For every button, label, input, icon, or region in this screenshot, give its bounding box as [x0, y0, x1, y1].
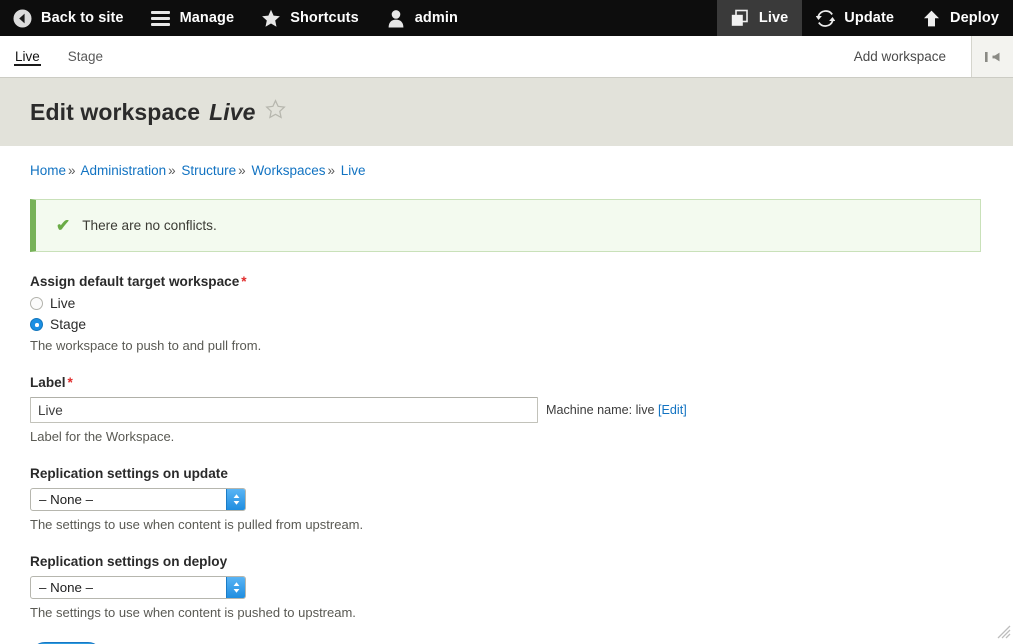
- collapse-left-icon[interactable]: [971, 36, 1013, 77]
- page-title: Edit workspace Live: [30, 99, 286, 126]
- field-label-text: Assign default target workspace: [30, 274, 239, 289]
- page-title-prefix: Edit workspace: [30, 99, 200, 126]
- toolbar-item-live[interactable]: Live: [717, 0, 802, 36]
- check-icon: ✔: [56, 217, 70, 234]
- add-workspace-link[interactable]: Add workspace: [836, 36, 971, 77]
- radio-label-live: Live: [50, 296, 75, 311]
- label-input-row: Machine name: live [Edit]: [30, 397, 983, 423]
- field-label-label: Label*: [30, 375, 983, 390]
- toolbar-label-update: Update: [844, 10, 894, 26]
- hamburger-menu-icon: [151, 8, 171, 28]
- page-content: Home» Administration» Structure» Workspa…: [0, 146, 1013, 644]
- status-message-text: There are no conflicts.: [82, 218, 217, 233]
- toolbar-spacer: [472, 0, 717, 36]
- machine-name-text: Machine name: live: [546, 403, 655, 417]
- field-description-label: Label for the Workspace.: [30, 429, 983, 444]
- chevron-updown-icon[interactable]: [226, 577, 245, 598]
- admin-toolbar: Back to site Manage Shortcuts admin: [0, 0, 1013, 36]
- breadcrumb-separator: »: [166, 163, 178, 178]
- field-replication-deploy: Replication settings on deploy – None – …: [30, 554, 983, 620]
- breadcrumb: Home» Administration» Structure» Workspa…: [30, 146, 983, 178]
- tab-stage[interactable]: Stage: [67, 47, 104, 67]
- breadcrumb-item-workspaces[interactable]: Workspaces: [251, 163, 325, 178]
- chevron-updown-icon[interactable]: [226, 489, 245, 510]
- breadcrumb-item-live[interactable]: Live: [341, 163, 366, 178]
- toolbar-label-deploy: Deploy: [950, 10, 999, 26]
- field-target-workspace: Assign default target workspace* Live St…: [30, 274, 983, 353]
- toolbar-label-manage: Manage: [180, 10, 235, 26]
- stacked-squares-icon: [730, 8, 750, 28]
- field-label-target-workspace: Assign default target workspace*: [30, 274, 983, 289]
- back-arrow-circle-icon: [12, 8, 32, 28]
- toolbar-item-admin-user[interactable]: admin: [373, 0, 472, 36]
- tab-live[interactable]: Live: [14, 47, 41, 67]
- field-label-replication-update: Replication settings on update: [30, 466, 983, 481]
- toolbar-label-live: Live: [759, 10, 788, 26]
- radio-option-live[interactable]: Live: [30, 296, 983, 311]
- label-input[interactable]: [30, 397, 538, 423]
- user-icon: [386, 8, 406, 28]
- field-description-replication-update: The settings to use when content is pull…: [30, 517, 983, 532]
- field-label-text: Label: [30, 375, 66, 390]
- radio-label-stage: Stage: [50, 317, 86, 332]
- page-title-emphasis: Live: [209, 99, 255, 126]
- field-replication-update: Replication settings on update – None – …: [30, 466, 983, 532]
- breadcrumb-item-administration[interactable]: Administration: [81, 163, 167, 178]
- replication-update-select[interactable]: – None –: [30, 488, 246, 511]
- toolbar-item-shortcuts[interactable]: Shortcuts: [248, 0, 373, 36]
- breadcrumb-separator: »: [236, 163, 248, 178]
- replication-deploy-select[interactable]: – None –: [30, 576, 246, 599]
- required-marker: *: [239, 274, 246, 289]
- toolbar-item-deploy[interactable]: Deploy: [908, 0, 1013, 36]
- replication-update-value: – None –: [31, 492, 93, 507]
- star-outline-icon[interactable]: [265, 99, 286, 126]
- field-description-replication-deploy: The settings to use when content is push…: [30, 605, 983, 620]
- toolbar-label-shortcuts: Shortcuts: [290, 10, 359, 26]
- toolbar-item-update[interactable]: Update: [802, 0, 908, 36]
- field-label: Label* Machine name: live [Edit] Label f…: [30, 375, 983, 444]
- upload-arrow-icon: [921, 8, 941, 28]
- breadcrumb-item-home[interactable]: Home: [30, 163, 66, 178]
- save-button[interactable]: Save: [30, 642, 103, 644]
- status-message: ✔ There are no conflicts.: [30, 199, 981, 252]
- window-resize-handle[interactable]: [997, 625, 1011, 639]
- toolbar-item-back-to-site[interactable]: Back to site: [0, 0, 138, 36]
- field-description-target-workspace: The workspace to push to and pull from.: [30, 338, 983, 353]
- radio-live[interactable]: [30, 297, 43, 310]
- machine-name-edit-link[interactable]: [Edit]: [658, 403, 687, 417]
- workspace-tabs: Live Stage: [0, 36, 104, 77]
- toolbar-label-back-to-site: Back to site: [41, 10, 124, 26]
- required-marker: *: [66, 375, 73, 390]
- machine-name: Machine name: live [Edit]: [546, 403, 687, 417]
- toolbar-label-admin-user: admin: [415, 10, 458, 26]
- field-label-replication-deploy: Replication settings on deploy: [30, 554, 983, 569]
- breadcrumb-separator: »: [66, 163, 78, 178]
- refresh-icon: [815, 8, 835, 28]
- workspace-tab-bar: Live Stage Add workspace: [0, 36, 1013, 78]
- page-header-band: Edit workspace Live: [0, 78, 1013, 146]
- replication-deploy-value: – None –: [31, 580, 93, 595]
- star-icon: [261, 8, 281, 28]
- radio-stage[interactable]: [30, 318, 43, 331]
- breadcrumb-item-structure[interactable]: Structure: [181, 163, 236, 178]
- radio-option-stage[interactable]: Stage: [30, 317, 983, 332]
- breadcrumb-separator: »: [325, 163, 337, 178]
- toolbar-item-manage[interactable]: Manage: [138, 0, 249, 36]
- tab-bar-right: Add workspace: [836, 36, 1013, 77]
